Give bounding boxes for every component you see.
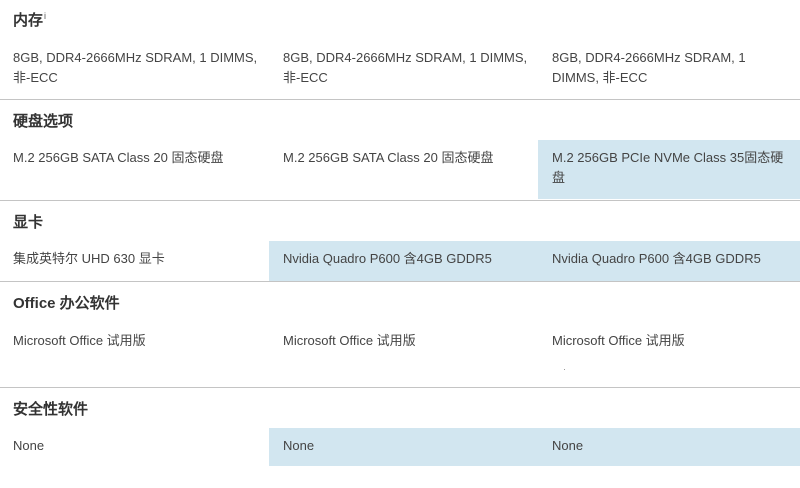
storage-section: 硬盘选项 M.2 256GB SATA Class 20 固态硬盘 M.2 25… <box>0 100 800 200</box>
memory-title: 内存i <box>13 9 46 30</box>
memory-section: 内存i 8GB, DDR4-2666MHz SDRAM, 1 DIMMS, 非-… <box>0 0 800 99</box>
office-value-col3: Microsoft Office 试用版 <box>552 333 685 348</box>
storage-value-col3: M.2 256GB PCIe NVMe Class 35固态硬盘 <box>538 140 800 199</box>
security-value-col2: None <box>269 428 538 466</box>
security-title: 安全性软件 <box>13 401 89 418</box>
storage-title: 硬盘选项 <box>13 113 74 130</box>
security-value-col1: None <box>13 438 45 453</box>
memory-value-col2: 8GB, DDR4-2666MHz SDRAM, 1 DIMMS, 非-ECC <box>283 50 528 85</box>
graphics-value-col2: Nvidia Quadro P600 含4GB GDDR5 <box>269 241 538 281</box>
graphics-value-col1: 集成英特尔 UHD 630 显卡 <box>13 251 165 266</box>
memory-value-col3: 8GB, DDR4-2666MHz SDRAM, 1 DIMMS, 非-ECC <box>552 50 746 85</box>
memory-value-col1: 8GB, DDR4-2666MHz SDRAM, 1 DIMMS, 非-ECC <box>13 50 258 85</box>
stray-dot <box>564 369 565 370</box>
graphics-value-col3: Nvidia Quadro P600 含4GB GDDR5 <box>538 241 800 281</box>
security-section: 安全性软件 None None None <box>0 388 800 488</box>
storage-value-col2: M.2 256GB SATA Class 20 固态硬盘 <box>283 150 494 165</box>
office-value-col2: Microsoft Office 试用版 <box>283 333 416 348</box>
storage-value-col1: M.2 256GB SATA Class 20 固态硬盘 <box>13 150 224 165</box>
office-value-col1: Microsoft Office 试用版 <box>13 333 146 348</box>
info-icon[interactable]: i <box>44 11 46 21</box>
memory-title-text: 内存 <box>13 12 44 29</box>
office-section: Office 办公软件 Microsoft Office 试用版 Microso… <box>0 282 800 387</box>
graphics-section: 显卡 集成英特尔 UHD 630 显卡 Nvidia Quadro P600 含… <box>0 201 800 281</box>
graphics-title: 显卡 <box>13 214 44 231</box>
security-value-col3: None <box>538 428 800 466</box>
office-title: Office 办公软件 <box>13 295 120 312</box>
